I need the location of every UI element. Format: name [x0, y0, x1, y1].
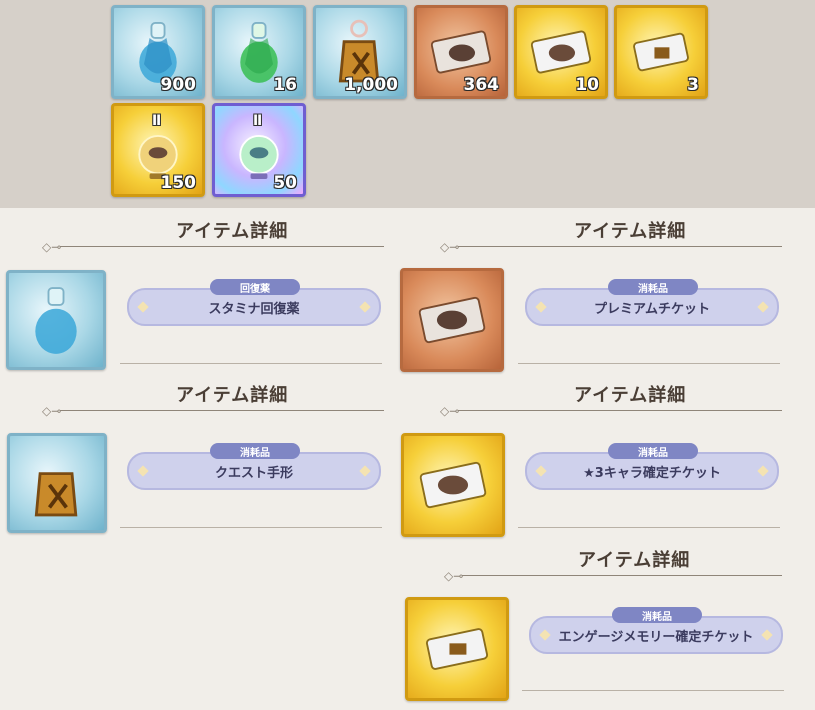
item-name: スタミナ回復薬 [208, 301, 300, 317]
inventory-item-quest-pass[interactable]: 1,000 [313, 5, 407, 99]
section-divider [60, 410, 384, 411]
item-name: クエスト手形 [214, 465, 293, 481]
ornament-icon: ◇⊸ [440, 240, 460, 254]
ornament-icon: ◇⊸ [440, 404, 460, 418]
ornament-icon: ◇⊸ [42, 404, 62, 418]
plate-diamond-icon [359, 301, 371, 313]
section-divider [458, 410, 782, 411]
inventory-item-green-potion[interactable]: 16 [212, 5, 306, 99]
plate-diamond-icon [761, 629, 773, 641]
inventory-item-gold-ticket-2[interactable]: 3 [614, 5, 708, 99]
item-count: 150 [160, 173, 197, 193]
section-divider [462, 575, 782, 576]
inventory-item-premium-ticket[interactable]: 364 [414, 5, 508, 99]
section-divider [458, 246, 782, 247]
item-count: 10 [575, 75, 599, 95]
inventory-item-gold-ticket[interactable]: 10 [514, 5, 608, 99]
item-category-badge: 消耗品 [608, 279, 698, 295]
detail-item-icon-engage-memory-ticket[interactable] [405, 597, 509, 701]
plate-diamond-icon [757, 301, 769, 313]
item-category-badge: 消耗品 [210, 443, 300, 459]
section-title-item-detail: アイテム詳細 [578, 550, 691, 571]
item-count: 3 [687, 75, 699, 95]
potion-icon [35, 287, 77, 354]
detail-item-icon-quest-pass[interactable] [7, 433, 107, 533]
item-category-badge: 消耗品 [608, 443, 698, 459]
item-underline [120, 527, 382, 528]
detail-item-icon-premium-ticket[interactable] [400, 268, 504, 372]
section-title-item-detail: アイテム詳細 [176, 221, 289, 242]
section-title-item-detail: アイテム詳細 [176, 385, 289, 406]
ornament-icon: ◇⊸ [42, 240, 62, 254]
section-divider [60, 246, 384, 247]
plate-diamond-icon [359, 465, 371, 477]
item-count: 364 [463, 75, 500, 95]
ticket-icon [418, 296, 486, 344]
tag-icon [34, 472, 78, 517]
item-count: 900 [160, 75, 197, 95]
item-category-badge: 消耗品 [612, 607, 702, 623]
inventory-panel: 900 16 1,000 364 10 3 Ⅱ 150 Ⅱ 50 [0, 0, 815, 208]
item-category-badge: 回復薬 [210, 279, 300, 295]
item-count: 1,000 [344, 75, 398, 95]
plate-diamond-icon [535, 465, 547, 477]
section-title-item-detail: アイテム詳細 [574, 385, 687, 406]
inventory-item-gold-orb-ii[interactable]: Ⅱ 150 [111, 103, 205, 197]
item-underline [518, 527, 780, 528]
inventory-item-stamina-potion[interactable]: 900 [111, 5, 205, 99]
plate-diamond-icon [757, 465, 769, 477]
section-title-item-detail: アイテム詳細 [574, 221, 687, 242]
item-count: 50 [273, 173, 297, 193]
item-underline [120, 363, 382, 364]
detail-item-icon-star3-ticket[interactable] [401, 433, 505, 537]
item-name: ★3キャラ確定チケット [583, 465, 721, 481]
item-count: 16 [273, 75, 297, 95]
item-name: エンゲージメモリー確定チケット [558, 629, 754, 645]
ornament-icon: ◇⊸ [444, 569, 464, 583]
plate-diamond-icon [137, 301, 149, 313]
item-name: プレミアムチケット [593, 301, 711, 317]
plate-diamond-icon [137, 465, 149, 477]
item-underline [522, 690, 784, 691]
item-underline [518, 363, 780, 364]
ticket-icon [425, 628, 489, 670]
plate-diamond-icon [535, 301, 547, 313]
inventory-item-rainbow-orb-ii[interactable]: Ⅱ 50 [212, 103, 306, 197]
ticket-icon [419, 461, 487, 509]
plate-diamond-icon [539, 629, 551, 641]
detail-item-icon-stamina-potion[interactable] [6, 270, 106, 370]
